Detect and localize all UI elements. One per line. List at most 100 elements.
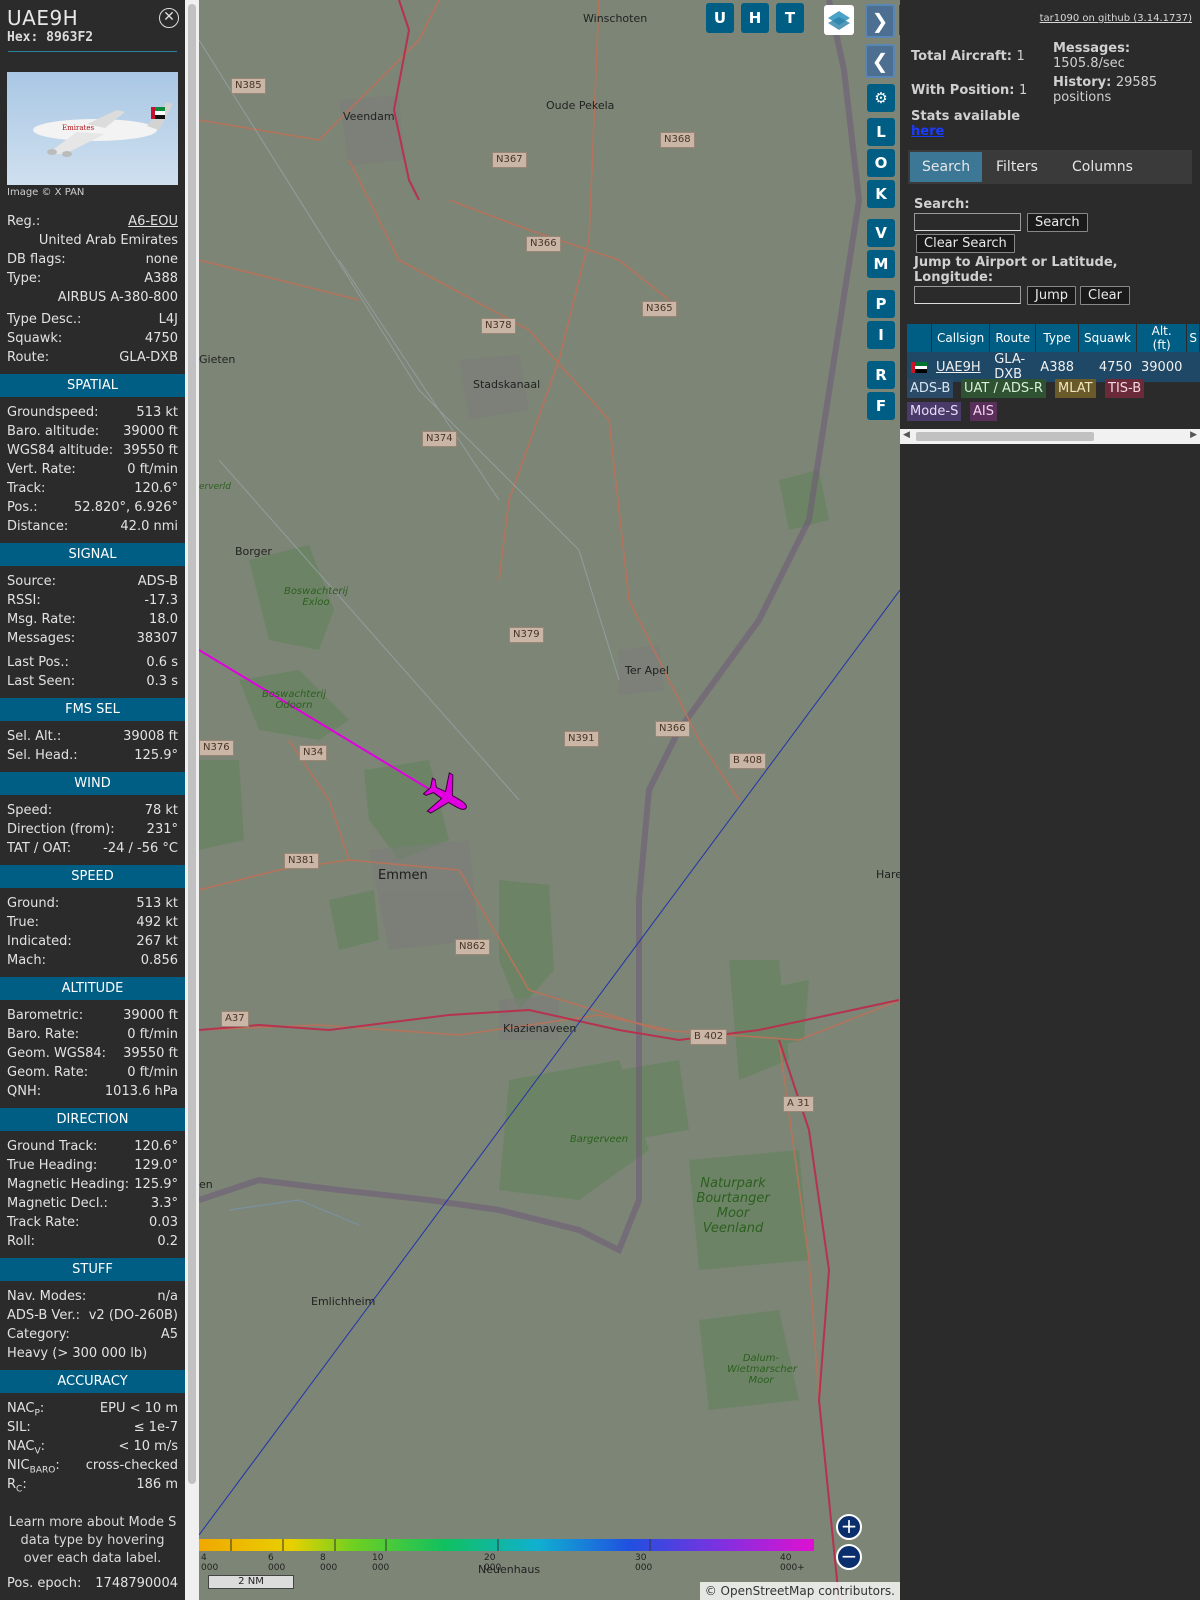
- town-emmen: Emmen: [378, 868, 428, 883]
- jump-button[interactable]: Jump: [1027, 286, 1076, 305]
- nic-label[interactable]: NICBARO:: [7, 1456, 60, 1476]
- direction-label[interactable]: Roll:: [7, 1232, 35, 1251]
- road-n376: N376: [199, 740, 234, 756]
- stuff-row: ADS-B Ver.: v2 (DO-260B): [0, 1306, 185, 1325]
- spatial-label[interactable]: Vert. Rate:: [7, 460, 76, 479]
- town-gieten: Gieten: [199, 353, 236, 366]
- row-callsign[interactable]: UAE9H: [931, 352, 991, 382]
- aircraft-photo[interactable]: Emirates: [7, 72, 178, 185]
- altitude-label[interactable]: Barometric:: [7, 1006, 83, 1025]
- altitude-row: Geom. WGS84: 39550 ft: [0, 1044, 185, 1063]
- direction-label[interactable]: Track Rate:: [7, 1213, 79, 1232]
- h-button[interactable]: H: [741, 3, 769, 33]
- f-button[interactable]: F: [867, 392, 895, 420]
- search-button[interactable]: Search: [1027, 213, 1088, 232]
- spatial-value: 513 kt: [136, 405, 178, 420]
- i-button[interactable]: I: [867, 321, 895, 349]
- github-link[interactable]: tar1090 on github (3.14.1737): [1040, 13, 1192, 24]
- altitude-label[interactable]: Geom. Rate:: [7, 1063, 88, 1082]
- scrollbar-thumb[interactable]: [188, 4, 196, 1484]
- l-button[interactable]: L: [867, 118, 895, 146]
- map-view[interactable]: Winschoten Veendam Oude Pekela Gieten St…: [199, 0, 900, 1600]
- col-altitude[interactable]: Alt. (ft): [1136, 324, 1188, 352]
- m-button[interactable]: M: [867, 250, 895, 278]
- direction-label[interactable]: Ground Track:: [7, 1137, 97, 1156]
- clear-button[interactable]: Clear: [1080, 286, 1130, 305]
- stuff-label[interactable]: ADS-B Ver.:: [7, 1306, 80, 1325]
- rc-label[interactable]: RC:: [7, 1475, 27, 1495]
- table-horizontal-scrollbar[interactable]: ◀ ▶: [900, 429, 1200, 444]
- u-button[interactable]: U: [706, 3, 734, 33]
- stats-here-link[interactable]: here: [911, 124, 944, 139]
- nacv-label[interactable]: NACV:: [7, 1437, 45, 1457]
- col-speed-truncated[interactable]: S: [1186, 324, 1200, 352]
- image-credit: Image © X PAN: [7, 187, 85, 198]
- signal-label[interactable]: Last Seen:: [7, 672, 75, 691]
- scroll-left-icon[interactable]: ◀: [903, 430, 910, 440]
- tab-columns[interactable]: Columns: [1060, 152, 1145, 182]
- collapse-left-button[interactable]: ❮: [865, 44, 895, 78]
- reg-link[interactable]: A6-EOU: [128, 212, 178, 231]
- sil-value: ≤ 1e-7: [133, 1420, 178, 1435]
- spatial-label[interactable]: Distance:: [7, 517, 68, 536]
- stuff-label[interactable]: Nav. Modes:: [7, 1287, 86, 1306]
- spatial-label[interactable]: Track:: [7, 479, 45, 498]
- close-icon[interactable]: ✕: [159, 8, 179, 28]
- r-button[interactable]: R: [867, 361, 895, 389]
- zoom-out-button[interactable]: −: [836, 1544, 862, 1570]
- fms-label[interactable]: Sel. Head.:: [7, 746, 78, 765]
- col-squawk[interactable]: Squawk: [1078, 324, 1137, 352]
- sil-label[interactable]: SIL:: [7, 1418, 31, 1437]
- wind-label[interactable]: Direction (from):: [7, 820, 115, 839]
- signal-label[interactable]: Messages:: [7, 629, 75, 648]
- rc-value: 186 m: [136, 1477, 178, 1492]
- t-button[interactable]: T: [776, 3, 804, 33]
- altitude-label[interactable]: QNH:: [7, 1082, 41, 1101]
- search-input[interactable]: [914, 213, 1021, 231]
- direction-label[interactable]: Magnetic Heading:: [7, 1175, 129, 1194]
- o-button[interactable]: O: [867, 149, 895, 177]
- direction-label[interactable]: True Heading:: [7, 1156, 97, 1175]
- signal-label[interactable]: Last Pos.:: [7, 653, 69, 672]
- clear-search-button[interactable]: Clear Search: [916, 234, 1015, 253]
- stuff-label[interactable]: Category:: [7, 1325, 70, 1344]
- expand-right-button[interactable]: ❯: [865, 4, 895, 38]
- scroll-right-icon[interactable]: ▶: [1190, 430, 1197, 440]
- spatial-label[interactable]: WGS84 altitude:: [7, 441, 113, 460]
- p-button[interactable]: P: [867, 290, 895, 318]
- info-panel-scrollbar[interactable]: [185, 0, 199, 1600]
- signal-label[interactable]: RSSI:: [7, 591, 41, 610]
- speed-label[interactable]: Indicated:: [7, 932, 72, 951]
- osm-link[interactable]: OpenStreetMap: [721, 1584, 815, 1598]
- wind-label[interactable]: Speed:: [7, 801, 52, 820]
- spatial-label[interactable]: Baro. altitude:: [7, 422, 99, 441]
- wind-label[interactable]: TAT / OAT:: [7, 839, 71, 858]
- signal-label[interactable]: Source:: [7, 572, 56, 591]
- jump-input[interactable]: [914, 286, 1021, 304]
- tab-search[interactable]: Search: [910, 152, 983, 182]
- altitude-label[interactable]: Geom. WGS84:: [7, 1044, 106, 1063]
- history-count: History: 29585 positions: [1053, 75, 1193, 105]
- layers-button[interactable]: [824, 5, 854, 35]
- altitude-label[interactable]: Baro. Rate:: [7, 1025, 79, 1044]
- table-row[interactable]: UAE9H GLA-DXB A388 4750 39000: [907, 352, 1200, 382]
- settings-button[interactable]: ⚙: [867, 84, 895, 112]
- col-route[interactable]: Route: [989, 324, 1037, 352]
- zoom-in-button[interactable]: +: [836, 1514, 862, 1540]
- col-callsign[interactable]: Callsign: [931, 324, 991, 352]
- signal-label[interactable]: Msg. Rate:: [7, 610, 76, 629]
- nacp-label[interactable]: NACP:: [7, 1399, 44, 1419]
- speed-label[interactable]: Mach:: [7, 951, 46, 970]
- k-button[interactable]: K: [867, 180, 895, 208]
- spatial-label[interactable]: Pos.:: [7, 498, 38, 517]
- direction-label[interactable]: Magnetic Decl.:: [7, 1194, 108, 1213]
- speed-label[interactable]: Ground:: [7, 894, 59, 913]
- spatial-label[interactable]: Groundspeed:: [7, 403, 98, 422]
- col-type[interactable]: Type: [1035, 324, 1080, 352]
- squawk-label: Squawk:: [7, 331, 63, 346]
- fms-label[interactable]: Sel. Alt.:: [7, 727, 61, 746]
- v-button[interactable]: V: [867, 219, 895, 247]
- tab-filters[interactable]: Filters: [984, 152, 1050, 182]
- hscroll-thumb[interactable]: [916, 432, 1094, 441]
- speed-label[interactable]: True:: [7, 913, 39, 932]
